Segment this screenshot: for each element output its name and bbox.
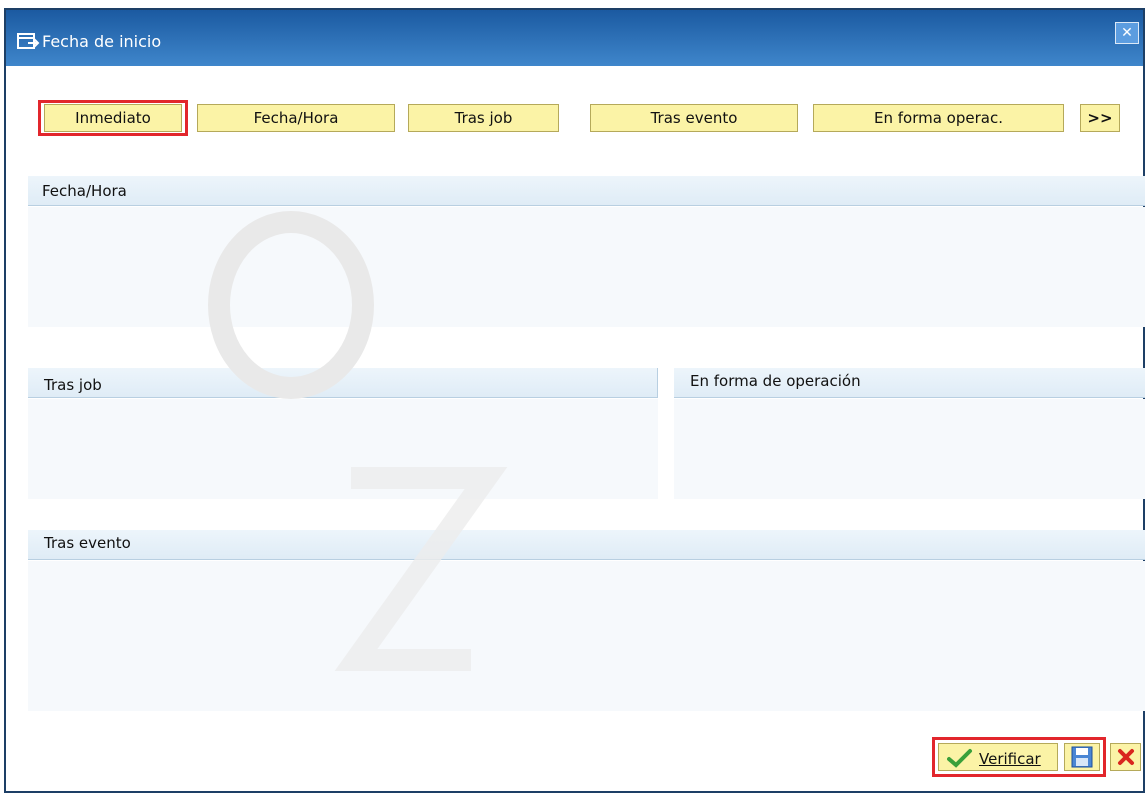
save-icon — [1071, 746, 1093, 768]
section-fecha-hora-header: Fecha/Hora — [28, 176, 1145, 206]
cancel-button[interactable] — [1110, 743, 1141, 771]
section-fecha-hora-body — [28, 207, 1145, 327]
section-en-forma-header: En forma de operación — [674, 368, 1145, 398]
section-fecha-hora-title: Fecha/Hora — [42, 182, 127, 200]
save-button[interactable] — [1064, 743, 1100, 771]
close-button[interactable]: ✕ — [1115, 22, 1139, 44]
verify-button[interactable]: Verificar — [938, 743, 1058, 771]
section-en-forma-body — [674, 399, 1145, 499]
button-tras-job[interactable]: Tras job — [408, 104, 559, 132]
dialog-icon — [17, 33, 40, 49]
section-tras-evento-title: Tras evento — [44, 534, 131, 552]
window-title: Fecha de inicio — [42, 32, 162, 51]
cancel-x-icon — [1118, 749, 1134, 765]
dialog-window: Fecha de inicio ✕ Inmediato Fecha/Hora T… — [4, 8, 1145, 793]
button-inmediato[interactable]: Inmediato — [44, 104, 182, 132]
section-tras-job-header: Tras job — [28, 368, 658, 398]
verify-label: Verificar — [979, 750, 1041, 768]
section-tras-job-title: Tras job — [44, 376, 102, 394]
section-en-forma-title: En forma de operación — [690, 372, 861, 390]
button-fecha-hora[interactable]: Fecha/Hora — [197, 104, 395, 132]
dialog-body: Inmediato Fecha/Hora Tras job Tras event… — [6, 66, 1145, 791]
section-tras-job-body — [28, 399, 658, 499]
button-en-forma-operac[interactable]: En forma operac. — [813, 104, 1064, 132]
title-bar: Fecha de inicio ✕ — [6, 10, 1143, 66]
section-tras-evento-body — [28, 561, 1145, 711]
section-tras-evento-header: Tras evento — [28, 530, 1145, 560]
button-more[interactable]: >> — [1080, 104, 1120, 132]
check-icon — [947, 749, 972, 768]
button-tras-evento[interactable]: Tras evento — [590, 104, 798, 132]
